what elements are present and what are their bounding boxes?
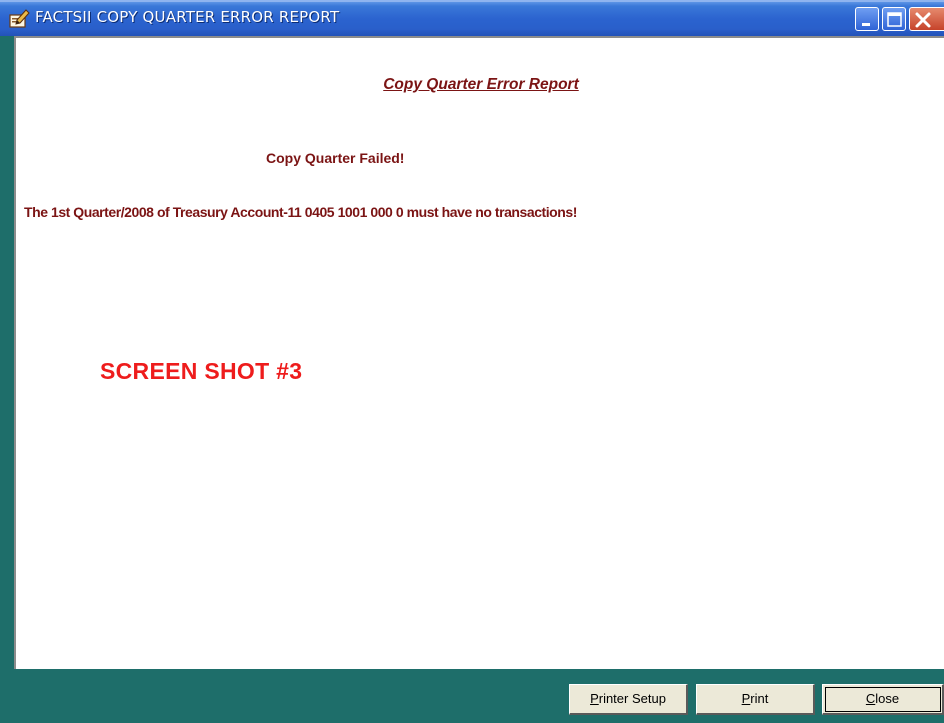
title-bar[interactable]: FACTSII COPY QUARTER ERROR REPORT	[0, 0, 944, 36]
printer-setup-label: rinter Setup	[598, 691, 666, 706]
print-mnemonic: P	[741, 691, 751, 706]
close-window-button[interactable]	[909, 7, 944, 31]
minimize-icon	[862, 23, 870, 26]
printer-setup-mnemonic: P	[590, 691, 599, 706]
button-bar: Printer Setup Print Close	[0, 669, 944, 723]
close-label: lose	[875, 691, 900, 706]
maximize-icon	[887, 12, 902, 27]
print-button[interactable]: Print	[696, 684, 815, 715]
report-window: FACTSII COPY QUARTER ERROR REPORT Copy Q…	[0, 0, 944, 723]
status-message: Copy Quarter Failed!	[266, 150, 405, 166]
close-icon	[915, 12, 931, 28]
print-label: rint	[750, 691, 769, 706]
report-content-area: Copy Quarter Error Report Copy Quarter F…	[14, 36, 944, 669]
screenshot-label: SCREEN SHOT #3	[100, 358, 303, 384]
printer-setup-button[interactable]: Printer Setup	[569, 684, 688, 715]
maximize-button[interactable]	[882, 7, 906, 31]
window-title: FACTSII COPY QUARTER ERROR REPORT	[35, 8, 340, 26]
error-detail-message: The 1st Quarter/2008 of Treasury Account…	[24, 204, 577, 220]
close-button[interactable]: Close	[822, 684, 944, 715]
minimize-button[interactable]	[855, 7, 879, 31]
report-heading: Copy Quarter Error Report	[383, 76, 579, 93]
pencil-document-icon	[8, 8, 30, 30]
close-mnemonic: C	[865, 691, 876, 706]
